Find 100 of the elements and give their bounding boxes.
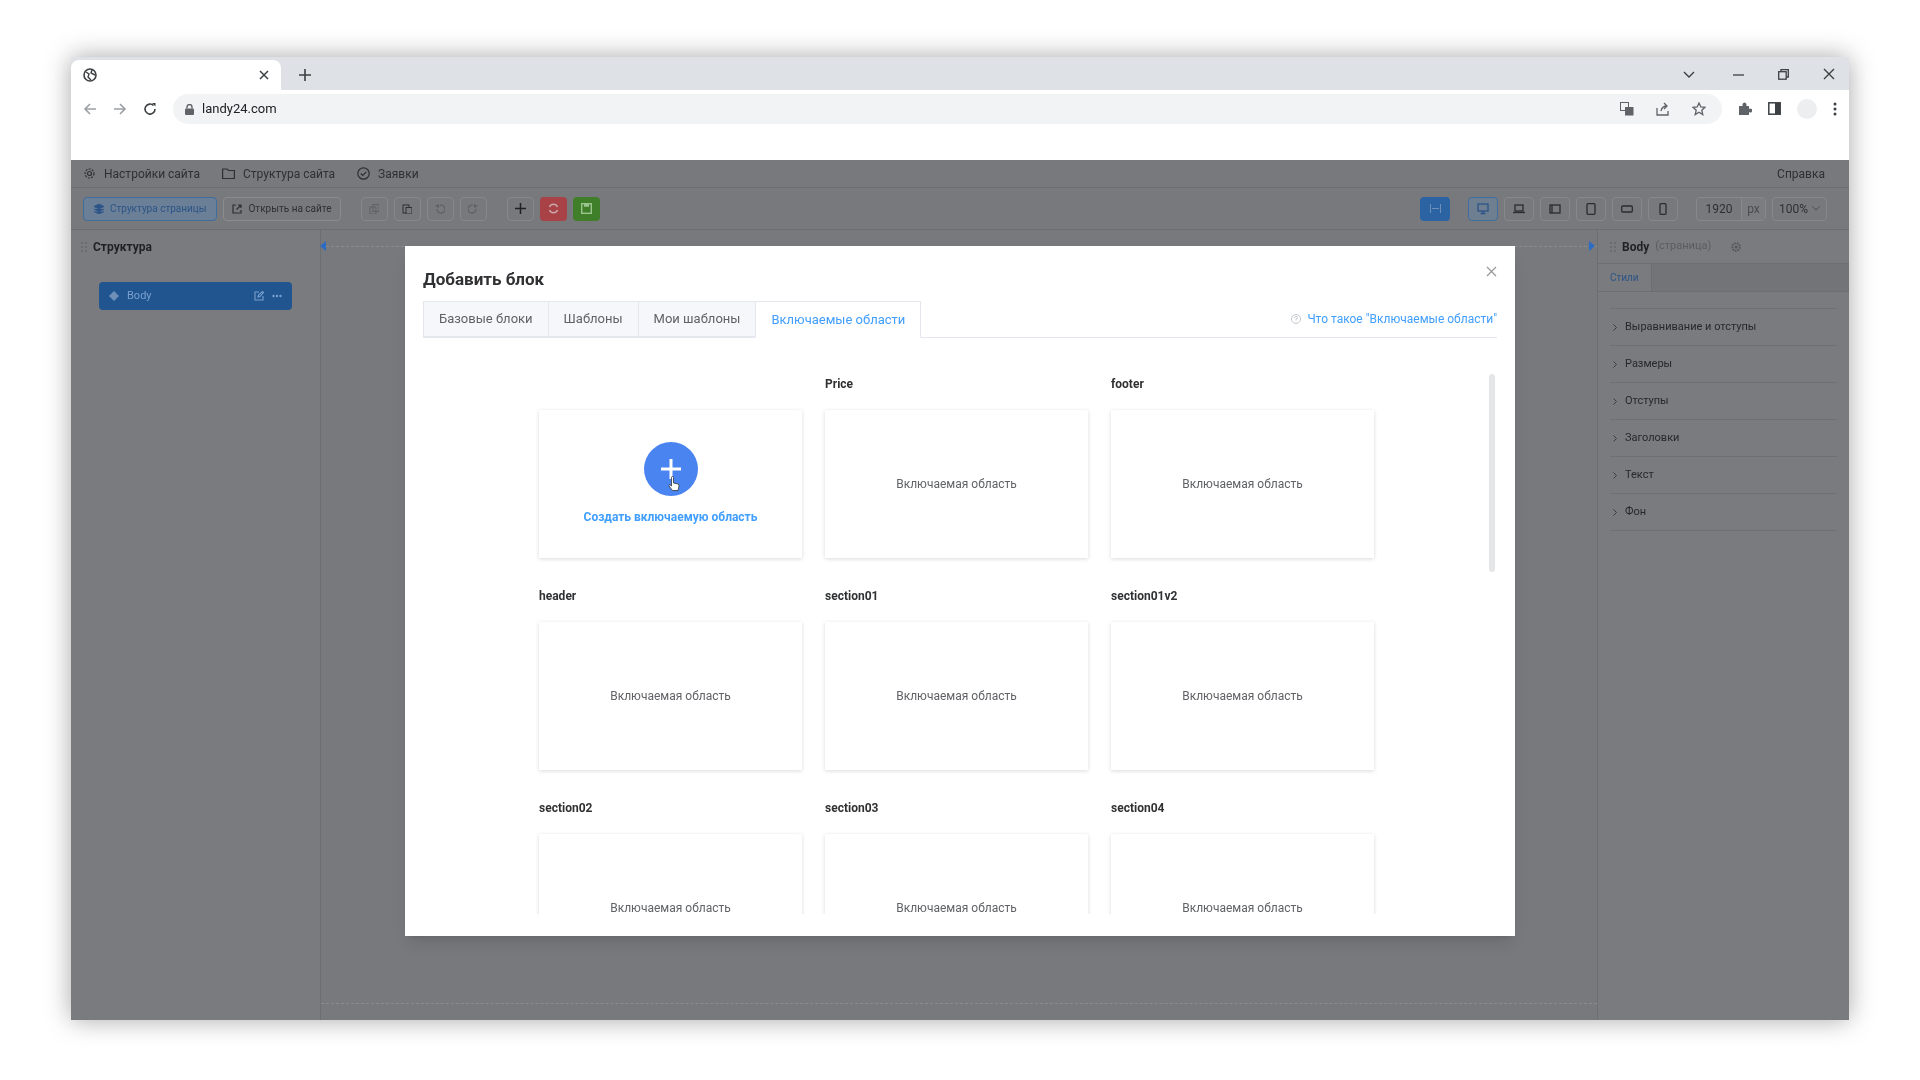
area-title: footer [1111, 376, 1145, 393]
modal-tab[interactable]: Базовые блоки [423, 301, 548, 337]
width-icon [1429, 204, 1441, 213]
back-icon[interactable] [83, 102, 97, 116]
menu-item[interactable]: Заявки [357, 164, 419, 183]
gear-icon [83, 167, 96, 180]
copy-button[interactable] [360, 196, 388, 221]
address-bar[interactable]: landy24.com [173, 94, 1722, 124]
area-title: section01v2 [1111, 588, 1179, 605]
section-header[interactable]: Заголовки [1610, 420, 1837, 457]
add-button[interactable] [506, 196, 534, 221]
close-window-icon[interactable] [1823, 68, 1835, 80]
menu-item[interactable]: Настройки сайта [83, 164, 200, 183]
edit-icon[interactable] [254, 291, 264, 301]
tree-item[interactable]: Body [99, 282, 292, 310]
device-button[interactable] [1612, 196, 1642, 221]
globe-icon [83, 68, 97, 82]
menu-item[interactable]: Структура сайта [222, 164, 336, 183]
save-button[interactable] [572, 196, 600, 221]
chevron-right-icon [1613, 397, 1617, 405]
modal-tab[interactable]: Включаемые области [755, 301, 922, 338]
phone-wide-icon [1621, 202, 1633, 215]
area-card[interactable]: Включаемая область [1111, 622, 1374, 770]
area-label: Включаемая область [1182, 688, 1303, 705]
desktop-icon [1477, 202, 1489, 215]
close-icon[interactable] [259, 70, 269, 80]
url-text: landy24.com [202, 100, 277, 119]
help-link[interactable]: Справка [1777, 164, 1825, 183]
area-title: Price [825, 376, 855, 393]
refresh-button[interactable] [539, 196, 567, 221]
area-label: Включаемая область [896, 476, 1017, 493]
more-icon[interactable] [1833, 102, 1837, 116]
area-title: section03 [825, 800, 880, 817]
tablet-wide-icon [1549, 202, 1561, 215]
chevron-right-icon [1613, 323, 1617, 331]
settings-icon[interactable] [1731, 241, 1742, 252]
section-header[interactable]: Выравнивание и отступы [1610, 309, 1837, 346]
save-icon [580, 203, 592, 214]
side-panel-icon[interactable] [1768, 102, 1781, 115]
chevron-right-icon [1613, 434, 1617, 442]
area-title: section02 [539, 800, 594, 817]
laptop-icon [1513, 202, 1525, 215]
help-icon [1291, 314, 1302, 324]
area-label: Включаемая область [896, 900, 1017, 914]
open-site-button[interactable]: Открыть на сайте [223, 196, 341, 221]
area-label: Включаемая область [1182, 476, 1303, 493]
section-header[interactable]: Текст [1610, 457, 1837, 494]
area-label: Включаемая область [610, 688, 731, 705]
create-area-card[interactable]: Создать включаемую область [539, 410, 802, 558]
check-circle-icon [357, 167, 371, 180]
panel-tab[interactable]: Стили [1598, 264, 1652, 291]
area-card[interactable]: Включаемая область [1111, 410, 1374, 558]
new-tab-icon[interactable] [299, 69, 311, 81]
device-button[interactable] [1468, 196, 1498, 221]
structure-button[interactable]: Структура страницы [83, 196, 218, 221]
translate-icon[interactable] [1620, 102, 1634, 116]
area-card[interactable]: Включаемая область [539, 622, 802, 770]
device-button[interactable] [1648, 196, 1678, 221]
paste-icon [402, 203, 413, 214]
section-header[interactable]: Отступы [1610, 383, 1837, 420]
node-icon [109, 291, 119, 301]
share-icon[interactable] [1656, 102, 1670, 116]
device-button[interactable] [1576, 196, 1606, 221]
puzzle-icon[interactable] [1738, 102, 1752, 116]
full-width-button[interactable] [1420, 196, 1450, 221]
help-link[interactable]: Что такое "Включаемые области" [1291, 301, 1497, 337]
reload-icon[interactable] [143, 102, 157, 116]
modal-tab[interactable]: Мои шаблоны [637, 301, 756, 337]
plus-icon [514, 203, 526, 214]
star-icon[interactable] [1692, 102, 1706, 116]
redo-icon [468, 203, 479, 214]
modal-tab[interactable]: Шаблоны [547, 301, 638, 337]
area-card[interactable]: Включаемая область [825, 410, 1088, 558]
restore-icon[interactable] [1778, 69, 1789, 80]
scrollbar-thumb[interactable] [1489, 374, 1495, 572]
device-button[interactable] [1540, 196, 1570, 221]
cursor-icon [667, 476, 680, 492]
refresh-icon [547, 203, 559, 214]
area-card[interactable]: Включаемая область [825, 622, 1088, 770]
area-label: Включаемая область [1182, 900, 1303, 914]
zoom-select[interactable]: 100% [1772, 196, 1827, 221]
device-button[interactable] [1504, 196, 1534, 221]
area-title: section04 [1111, 800, 1166, 817]
area-card[interactable]: Включаемая область [1111, 834, 1374, 914]
copy-icon [369, 203, 380, 214]
area-card[interactable]: Включаемая область [539, 834, 802, 914]
chevron-right-icon [1613, 508, 1617, 516]
paste-button[interactable] [393, 196, 421, 221]
area-card[interactable]: Включаемая область [825, 834, 1088, 914]
modal-title: Добавить блок [423, 268, 545, 291]
tab-list-icon[interactable] [1683, 71, 1695, 79]
forward-icon[interactable] [113, 102, 127, 116]
panel-title: Структура [93, 239, 152, 256]
section-header[interactable]: Размеры [1610, 346, 1837, 383]
undo-button[interactable] [426, 196, 454, 221]
area-title: section01 [825, 588, 880, 605]
layers-icon [94, 203, 104, 214]
section-header[interactable]: Фон [1610, 494, 1837, 531]
redo-button[interactable] [459, 196, 487, 221]
folder-icon [222, 167, 235, 180]
